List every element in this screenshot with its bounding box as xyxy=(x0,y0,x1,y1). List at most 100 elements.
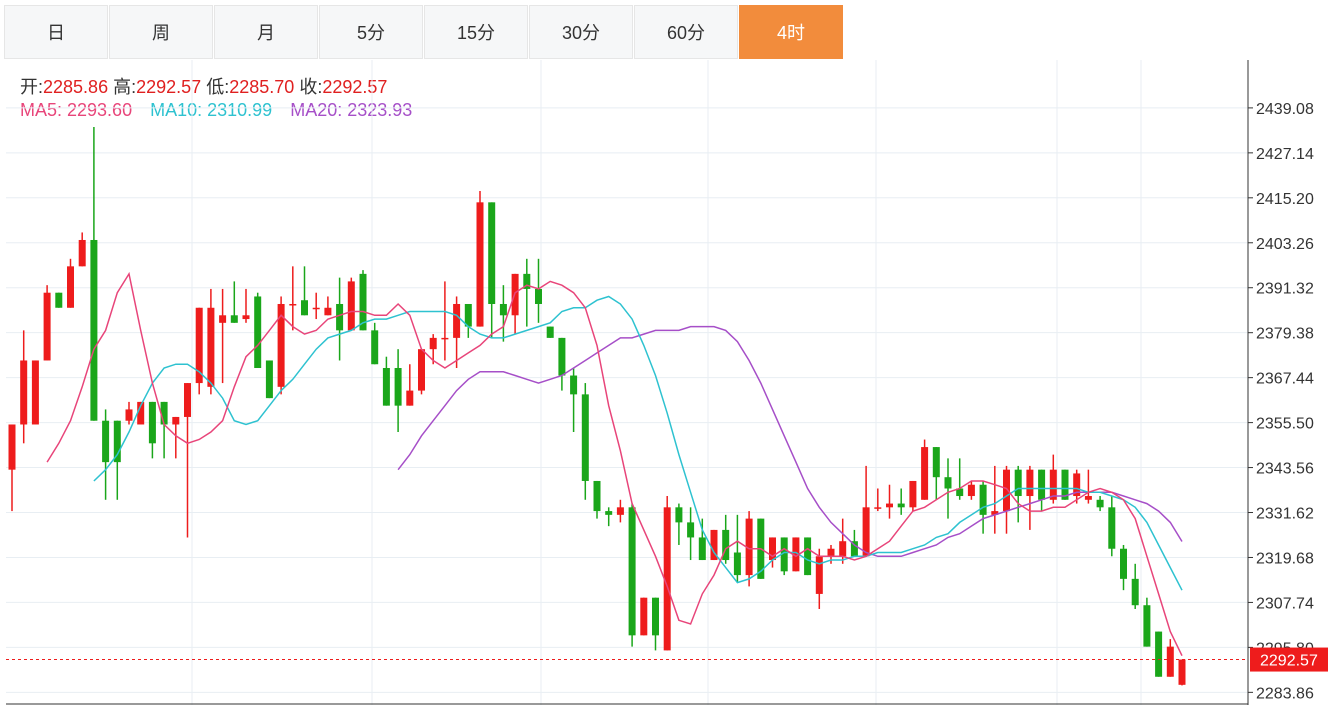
candle-body-53 xyxy=(628,507,636,636)
y-tick-label-6: 2355.50 xyxy=(1256,416,1314,433)
candle-body-10 xyxy=(125,409,133,421)
candle-body-82 xyxy=(967,484,975,497)
candle-body-70 xyxy=(827,548,835,557)
candle-body-52 xyxy=(616,507,624,515)
tab-2[interactable]: 月 xyxy=(214,5,318,59)
candle-body-17 xyxy=(207,307,215,387)
candle-body-51 xyxy=(605,511,613,515)
candle-body-73 xyxy=(862,507,870,557)
y-tick-label-5: 2343.56 xyxy=(1256,461,1314,478)
candle-body-12 xyxy=(148,401,156,444)
candle-body-4 xyxy=(55,292,63,308)
candle-body-6 xyxy=(78,239,86,267)
candle-body-25 xyxy=(301,300,308,316)
candle-body-37 xyxy=(441,337,449,340)
ma5-line xyxy=(46,271,1183,657)
candle-body-14 xyxy=(172,416,180,425)
candle-body-3 xyxy=(43,292,51,361)
candle-body-83 xyxy=(979,484,987,515)
y-tick-label-13: 2439.08 xyxy=(1256,101,1314,118)
candle-body-5 xyxy=(67,266,74,308)
candle-body-35 xyxy=(418,349,425,391)
tab-0[interactable]: 日 xyxy=(4,5,108,59)
candle-body-76 xyxy=(897,503,905,508)
y-tick-label-4: 2331.62 xyxy=(1256,506,1314,523)
candle-body-86 xyxy=(1014,469,1022,497)
candlestick-chart: 2283.862295.802307.742319.682331.622343.… xyxy=(6,60,1328,705)
candle-body-99 xyxy=(1166,646,1174,677)
candle-body-75 xyxy=(886,503,893,508)
candle-body-22 xyxy=(265,360,273,399)
candle-body-2 xyxy=(31,360,39,425)
candle-body-32 xyxy=(382,368,390,406)
candle-body-28 xyxy=(336,303,344,331)
candle-body-96 xyxy=(1131,578,1139,606)
y-tick-label-2: 2307.74 xyxy=(1256,595,1314,612)
candle-body-97 xyxy=(1143,605,1151,647)
candle-body-20 xyxy=(242,315,250,320)
candle-body-19 xyxy=(230,315,238,323)
candle-body-59 xyxy=(698,537,706,561)
candle-body-92 xyxy=(1084,496,1092,500)
y-tick-label-7: 2367.44 xyxy=(1256,371,1314,388)
tab-6[interactable]: 60分 xyxy=(634,5,738,59)
y-tick-label-9: 2391.32 xyxy=(1256,281,1314,298)
candle-body-26 xyxy=(312,307,320,310)
candle-body-85 xyxy=(1003,469,1010,512)
tab-1[interactable]: 周 xyxy=(109,5,213,59)
candle-body-50 xyxy=(593,480,601,512)
candle-body-62 xyxy=(733,552,741,576)
y-tick-label-8: 2379.38 xyxy=(1256,326,1314,343)
candle-body-15 xyxy=(184,383,191,417)
candle-body-33 xyxy=(394,368,402,406)
tab-7[interactable]: 4时 xyxy=(739,5,843,59)
candle-body-24 xyxy=(289,303,297,306)
candle-body-0 xyxy=(8,424,16,470)
candle-body-58 xyxy=(687,522,695,538)
candle-body-9 xyxy=(113,420,121,463)
candle-body-41 xyxy=(488,202,496,304)
candle-body-54 xyxy=(640,597,648,636)
candle-body-46 xyxy=(546,326,554,338)
candle-body-80 xyxy=(944,477,952,489)
candle-body-69 xyxy=(815,556,823,594)
candle-body-18 xyxy=(219,315,227,323)
candle-body-34 xyxy=(406,390,414,406)
candle-body-74 xyxy=(874,507,882,509)
candle-body-100 xyxy=(1178,659,1186,685)
candle-body-48 xyxy=(570,375,578,395)
candle-body-94 xyxy=(1108,507,1116,549)
candle-body-79 xyxy=(932,447,940,478)
candle-body-21 xyxy=(254,296,262,369)
candle-body-71 xyxy=(839,541,847,557)
candle-body-36 xyxy=(429,337,437,350)
candle-body-8 xyxy=(102,420,110,463)
tab-5[interactable]: 30分 xyxy=(529,5,633,59)
y-tick-label-3: 2319.68 xyxy=(1256,550,1314,567)
candle-body-87 xyxy=(1026,469,1034,497)
candle-body-88 xyxy=(1038,469,1046,500)
period-tabs: 日周月 5分 15分 30分 60分 4时 xyxy=(4,5,844,59)
candle-body-77 xyxy=(909,480,917,508)
candle-body-7 xyxy=(90,239,98,421)
candle-body-31 xyxy=(371,330,379,365)
candle-body-98 xyxy=(1155,631,1163,677)
tab-3[interactable]: 5分 xyxy=(319,5,423,59)
candle-body-38 xyxy=(453,303,461,338)
candle-body-57 xyxy=(675,507,683,523)
candle-body-47 xyxy=(558,337,566,376)
candle-body-55 xyxy=(652,597,659,636)
current-price-label: 2292.57 xyxy=(1260,653,1318,670)
candle-body-78 xyxy=(921,447,929,500)
y-tick-label-11: 2415.20 xyxy=(1256,191,1314,208)
candle-body-40 xyxy=(476,202,484,327)
candle-body-93 xyxy=(1096,499,1104,508)
y-tick-label-12: 2427.14 xyxy=(1256,146,1314,163)
candle-body-45 xyxy=(535,288,542,304)
candle-body-29 xyxy=(347,281,355,331)
tab-4[interactable]: 15分 xyxy=(424,5,528,59)
candle-body-49 xyxy=(581,394,589,481)
candle-body-42 xyxy=(499,303,507,316)
y-tick-label-0: 2283.86 xyxy=(1256,685,1314,702)
candle-body-1 xyxy=(20,360,28,425)
